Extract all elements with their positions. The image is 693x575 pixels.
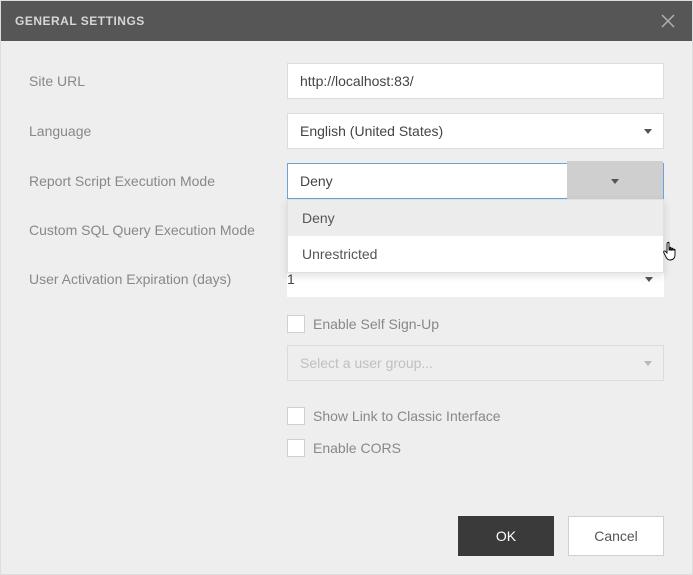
enable-cors-label: Enable CORS xyxy=(313,440,401,456)
dialog-footer: OK Cancel xyxy=(458,516,664,556)
report-mode-dropdown: Deny Unrestricted xyxy=(287,199,664,273)
sql-mode-label: Custom SQL Query Execution Mode xyxy=(29,222,287,238)
enable-signup-label: Enable Self Sign-Up xyxy=(313,316,439,332)
language-select[interactable]: English (United States) xyxy=(287,113,664,149)
language-value: English (United States) xyxy=(288,123,455,139)
enable-cors-checkbox[interactable] xyxy=(287,439,305,457)
ok-button[interactable]: OK xyxy=(458,516,554,556)
report-mode-value: Deny xyxy=(288,173,345,189)
site-url-input[interactable] xyxy=(287,63,664,99)
enable-signup-checkbox[interactable] xyxy=(287,315,305,333)
show-classic-checkbox[interactable] xyxy=(287,407,305,425)
chevron-down-icon xyxy=(633,114,663,148)
report-mode-label: Report Script Execution Mode xyxy=(29,173,287,189)
titlebar: GENERAL SETTINGS xyxy=(1,1,692,41)
show-classic-label: Show Link to Classic Interface xyxy=(313,408,501,424)
language-label: Language xyxy=(29,123,287,139)
close-icon[interactable] xyxy=(658,11,678,31)
dialog-content: Site URL Language English (United States… xyxy=(1,41,692,469)
dropdown-option-deny[interactable]: Deny xyxy=(288,200,663,236)
dialog-title: GENERAL SETTINGS xyxy=(15,14,145,28)
report-mode-select[interactable]: Deny xyxy=(287,163,664,199)
activation-label: User Activation Expiration (days) xyxy=(29,271,287,287)
site-url-label: Site URL xyxy=(29,73,287,89)
chevron-down-icon xyxy=(633,346,663,380)
general-settings-dialog: GENERAL SETTINGS Site URL Language Engli… xyxy=(0,0,693,575)
activation-value: 1 xyxy=(287,271,307,287)
user-group-placeholder: Select a user group... xyxy=(288,355,445,371)
cancel-button[interactable]: Cancel xyxy=(568,516,664,556)
chevron-down-icon[interactable] xyxy=(567,161,663,201)
cursor-hand-icon xyxy=(662,241,680,263)
user-group-select[interactable]: Select a user group... xyxy=(287,345,664,381)
dropdown-option-unrestricted[interactable]: Unrestricted xyxy=(288,236,663,272)
